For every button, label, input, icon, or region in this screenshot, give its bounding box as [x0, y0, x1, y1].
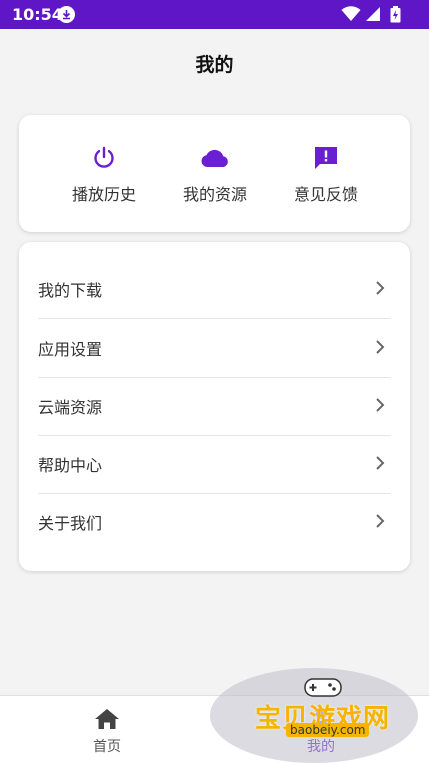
menu-item-cloud-resources[interactable]: 云端资源: [38, 376, 391, 434]
chevron-right-icon: [376, 514, 385, 528]
power-icon: [94, 146, 114, 168]
chevron-right-icon: [376, 340, 385, 354]
quick-actions-card: 播放历史 我的资源 意见反馈: [19, 115, 410, 232]
nav-label: 首页: [93, 739, 121, 755]
nav-item-home[interactable]: 首页: [0, 696, 214, 763]
menu-item-label: 帮助中心: [38, 456, 103, 475]
menu-item-settings[interactable]: 应用设置: [38, 318, 391, 376]
menu-item-downloads[interactable]: 我的下载: [38, 259, 391, 317]
cloud-icon: [201, 149, 228, 167]
menu-item-help-center[interactable]: 帮助中心: [38, 434, 391, 492]
wifi-icon: [341, 6, 361, 21]
page-title: 我的: [195, 54, 234, 76]
gamepad-icon: [304, 678, 342, 697]
quick-action-label: 我的资源: [182, 185, 247, 204]
menu-item-label: 关于我们: [38, 514, 103, 533]
quick-action-feedback[interactable]: 意见反馈: [276, 145, 376, 205]
menu-item-about-us[interactable]: 关于我们: [38, 492, 391, 550]
status-bar: 10:54: [0, 0, 429, 29]
battery-icon: [390, 6, 401, 23]
home-icon: [95, 709, 119, 729]
chevron-right-icon: [376, 398, 385, 412]
status-time: 10:54: [12, 5, 63, 24]
quick-action-label: 播放历史: [71, 185, 136, 204]
menu-item-label: 我的下载: [38, 281, 103, 300]
download-notification-icon: [58, 6, 75, 23]
signal-icon: [366, 7, 380, 21]
watermark-url: baobeiy.com: [286, 723, 370, 737]
menu-card: 我的下载 应用设置 云端资源 帮助中心 关于我们: [19, 242, 410, 571]
menu-item-label: 应用设置: [38, 340, 103, 359]
chevron-right-icon: [376, 456, 385, 470]
quick-action-my-resources[interactable]: 我的资源: [165, 145, 265, 205]
chevron-right-icon: [376, 281, 385, 295]
menu-item-label: 云端资源: [38, 398, 103, 417]
quick-action-label: 意见反馈: [293, 185, 358, 204]
feedback-icon: [315, 147, 337, 169]
quick-action-play-history[interactable]: 播放历史: [54, 145, 154, 205]
